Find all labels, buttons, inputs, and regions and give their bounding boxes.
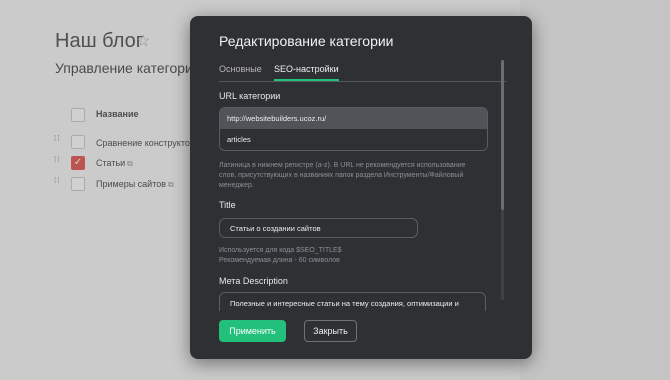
modal-title: Редактирование категории xyxy=(219,33,394,49)
modal-content: URL категории http://websitebuilders.uco… xyxy=(219,86,489,311)
tab-seo-settings[interactable]: SEO-настройки xyxy=(274,64,339,81)
title-label: Title xyxy=(219,200,236,210)
edit-category-modal: Редактирование категории Основные SEO-на… xyxy=(190,16,532,359)
url-prefix: http://websitebuilders.ucoz.ru/ xyxy=(220,108,487,129)
tab-main[interactable]: Основные xyxy=(219,64,262,79)
meta-description-label: Мета Description xyxy=(219,276,288,286)
url-label: URL категории xyxy=(219,91,281,101)
title-input[interactable]: Статьи о создании сайтов xyxy=(219,218,418,238)
apply-button[interactable]: Применить xyxy=(219,320,286,342)
modal-scrollbar[interactable] xyxy=(501,60,504,300)
modal-tabs: Основные SEO-настройки xyxy=(219,64,506,82)
title-hint-line-2: Рекомендуемая длина - 60 символов xyxy=(219,257,340,264)
url-input[interactable]: articles xyxy=(220,129,487,150)
scrollbar-thumb[interactable] xyxy=(501,60,504,210)
close-button[interactable]: Закрыть xyxy=(304,320,357,342)
meta-description-textarea[interactable]: Полезные и интересные статьи на тему соз… xyxy=(219,292,486,311)
title-hint-line-1: Используется для кода $SEO_TITLE$ xyxy=(219,247,342,254)
url-field: http://websitebuilders.ucoz.ru/ articles xyxy=(219,107,488,151)
url-hint: Латиница в нижнем регистре (a-z). В URL … xyxy=(219,162,466,189)
